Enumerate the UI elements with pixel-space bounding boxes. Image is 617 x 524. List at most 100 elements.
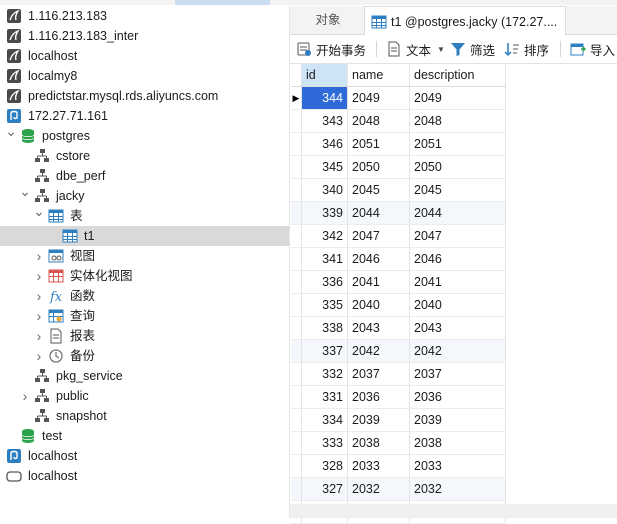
cell-id[interactable]: 339 bbox=[301, 201, 348, 225]
cell-id[interactable]: 344 bbox=[301, 86, 348, 110]
tab-table-t1[interactable]: t1 @postgres.jacky (172.27.... bbox=[364, 6, 566, 36]
cell-name[interactable]: 2036 bbox=[347, 385, 410, 409]
table-row[interactable]: 337 2042 2042 bbox=[291, 339, 506, 363]
table-row[interactable]: 333 2038 2038 bbox=[291, 431, 506, 455]
column-header-description[interactable]: description bbox=[409, 64, 506, 87]
cell-name[interactable]: 2041 bbox=[347, 270, 410, 294]
data-grid[interactable]: id name description ▶ 344 2049 2049 343 2048 2… bbox=[291, 64, 617, 524]
cell-description[interactable]: 2038 bbox=[409, 431, 506, 455]
cell-description[interactable]: 2037 bbox=[409, 362, 506, 386]
table-row[interactable]: 328 2033 2033 bbox=[291, 454, 506, 478]
collapsed-chevron-icon[interactable]: › bbox=[34, 328, 44, 344]
cell-description[interactable]: 2044 bbox=[409, 201, 506, 225]
tab-objects[interactable]: 对象 bbox=[294, 6, 362, 34]
sidebar-item[interactable]: localhost bbox=[0, 466, 289, 486]
sidebar-item[interactable]: ⌄ postgres bbox=[0, 123, 289, 146]
table-row[interactable]: 342 2047 2047 bbox=[291, 224, 506, 248]
sidebar-item[interactable]: › 备份 bbox=[0, 346, 289, 366]
cell-name[interactable]: 2051 bbox=[347, 132, 410, 156]
cell-id[interactable]: 332 bbox=[301, 362, 348, 386]
cell-name[interactable]: 2043 bbox=[347, 316, 410, 340]
sidebar-item[interactable]: snapshot bbox=[0, 406, 289, 426]
text-view-button[interactable]: 文本 ▼ bbox=[386, 39, 445, 59]
sidebar-item[interactable]: 1.116.213.183_inter bbox=[0, 26, 289, 46]
table-row[interactable]: 343 2048 2048 bbox=[291, 109, 506, 133]
cell-name[interactable]: 2047 bbox=[347, 224, 410, 248]
column-header-name[interactable]: name bbox=[347, 64, 410, 87]
collapsed-chevron-icon[interactable]: › bbox=[34, 268, 44, 284]
sidebar-item[interactable]: 172.27.71.161 bbox=[0, 106, 289, 126]
cell-description[interactable]: 2042 bbox=[409, 339, 506, 363]
sidebar-item[interactable]: › 查询 bbox=[0, 306, 289, 326]
cell-description[interactable]: 2032 bbox=[409, 477, 506, 501]
cell-name[interactable]: 2048 bbox=[347, 109, 410, 133]
cell-name[interactable]: 2044 bbox=[347, 201, 410, 225]
cell-id[interactable]: 343 bbox=[301, 109, 348, 133]
chevron-down-icon[interactable]: ▼ bbox=[437, 45, 445, 54]
table-row[interactable]: 338 2043 2043 bbox=[291, 316, 506, 340]
filter-button[interactable]: 筛选 bbox=[450, 39, 495, 59]
table-row[interactable]: 339 2044 2044 bbox=[291, 201, 506, 225]
cell-name[interactable]: 2032 bbox=[347, 477, 410, 501]
cell-name[interactable]: 2038 bbox=[347, 431, 410, 455]
sidebar-item[interactable]: dbe_perf bbox=[0, 166, 289, 186]
sidebar-item[interactable]: › 视图 bbox=[0, 246, 289, 266]
cell-name[interactable]: 2045 bbox=[347, 178, 410, 202]
collapsed-chevron-icon[interactable]: › bbox=[34, 308, 44, 324]
cell-id[interactable]: 340 bbox=[301, 178, 348, 202]
table-row[interactable]: 345 2050 2050 bbox=[291, 155, 506, 179]
column-header-id[interactable]: id bbox=[301, 64, 348, 87]
sidebar-item[interactable]: localhost bbox=[0, 46, 289, 66]
cell-description[interactable]: 2033 bbox=[409, 454, 506, 478]
cell-description[interactable]: 2048 bbox=[409, 109, 506, 133]
cell-description[interactable]: 2036 bbox=[409, 385, 506, 409]
sidebar-item[interactable]: › 实体化视图 bbox=[0, 266, 289, 286]
cell-id[interactable]: 327 bbox=[301, 477, 348, 501]
sidebar-item[interactable]: pkg_service bbox=[0, 366, 289, 386]
collapsed-chevron-icon[interactable]: › bbox=[34, 348, 44, 364]
cell-id[interactable]: 337 bbox=[301, 339, 348, 363]
sort-button[interactable]: 排序 bbox=[504, 39, 549, 59]
table-row[interactable]: 334 2039 2039 bbox=[291, 408, 506, 432]
cell-id[interactable]: 331 bbox=[301, 385, 348, 409]
cell-name[interactable]: 2046 bbox=[347, 247, 410, 271]
cell-id[interactable]: 335 bbox=[301, 293, 348, 317]
sidebar-item[interactable]: 1.116.213.183 bbox=[0, 6, 289, 26]
collapsed-chevron-icon[interactable]: › bbox=[20, 388, 30, 404]
sidebar-item[interactable]: › fx 函数 bbox=[0, 286, 289, 306]
cell-description[interactable]: 2049 bbox=[409, 86, 506, 110]
cell-description[interactable]: 2040 bbox=[409, 293, 506, 317]
cell-name[interactable]: 2039 bbox=[347, 408, 410, 432]
cell-description[interactable]: 2050 bbox=[409, 155, 506, 179]
cell-description[interactable]: 2047 bbox=[409, 224, 506, 248]
sidebar-item[interactable]: localhost bbox=[0, 446, 289, 466]
cell-name[interactable]: 2049 bbox=[347, 86, 410, 110]
sidebar-item[interactable]: t1 bbox=[0, 226, 289, 246]
navigation-tree[interactable]: 1.116.213.183 1.116.213.183_inter localhos… bbox=[0, 6, 290, 518]
sidebar-item[interactable]: localmy8 bbox=[0, 66, 289, 86]
cell-id[interactable]: 333 bbox=[301, 431, 348, 455]
table-row[interactable]: 341 2046 2046 bbox=[291, 247, 506, 271]
cell-id[interactable]: 341 bbox=[301, 247, 348, 271]
expanded-chevron-icon[interactable]: ⌄ bbox=[33, 203, 45, 219]
cell-description[interactable]: 2043 bbox=[409, 316, 506, 340]
sidebar-item[interactable]: cstore bbox=[0, 146, 289, 166]
cell-description[interactable]: 2046 bbox=[409, 247, 506, 271]
cell-description[interactable]: 2045 bbox=[409, 178, 506, 202]
collapsed-chevron-icon[interactable]: › bbox=[34, 288, 44, 304]
collapsed-chevron-icon[interactable]: › bbox=[34, 248, 44, 264]
cell-id[interactable]: 342 bbox=[301, 224, 348, 248]
table-row[interactable]: 336 2041 2041 bbox=[291, 270, 506, 294]
cell-id[interactable]: 338 bbox=[301, 316, 348, 340]
table-row[interactable]: 327 2032 2032 bbox=[291, 477, 506, 501]
cell-description[interactable]: 2041 bbox=[409, 270, 506, 294]
cell-name[interactable]: 2037 bbox=[347, 362, 410, 386]
cell-name[interactable]: 2040 bbox=[347, 293, 410, 317]
import-button[interactable]: 导入 bbox=[570, 39, 615, 59]
expanded-chevron-icon[interactable]: ⌄ bbox=[19, 183, 31, 199]
cell-name[interactable]: 2033 bbox=[347, 454, 410, 478]
sidebar-item[interactable]: predictstar.mysql.rds.aliyuncs.com bbox=[0, 86, 289, 106]
table-row[interactable]: 331 2036 2036 bbox=[291, 385, 506, 409]
table-row[interactable]: 346 2051 2051 bbox=[291, 132, 506, 156]
cell-description[interactable]: 2039 bbox=[409, 408, 506, 432]
